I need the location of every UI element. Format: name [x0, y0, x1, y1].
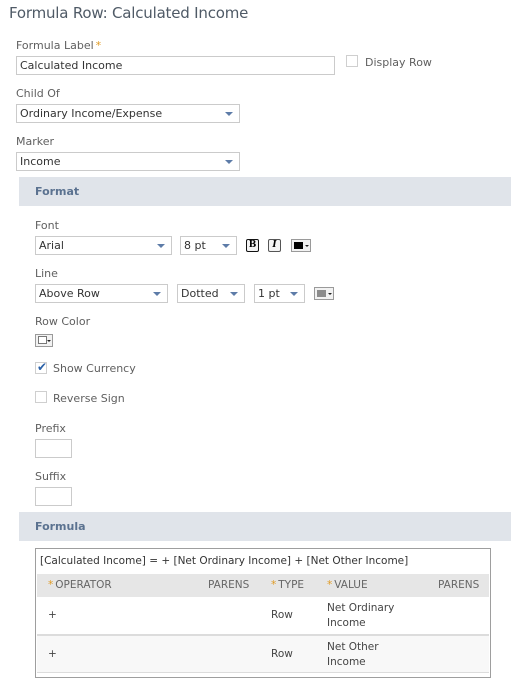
column-header-value[interactable]: * VALUE — [327, 579, 368, 591]
marker-select[interactable]: Income — [16, 152, 240, 171]
formula-editor: [Calculated Income] = + [Net Ordinary In… — [35, 548, 491, 678]
table-row[interactable]: + Row Net Ordinary Income — [37, 597, 489, 635]
operator-cell: + — [48, 648, 57, 660]
chevron-down-icon — [230, 292, 238, 296]
column-header-label: VALUE — [334, 579, 368, 591]
display-row-checkbox[interactable] — [346, 55, 358, 67]
line-style-value: Dotted — [181, 287, 219, 300]
formula-label-input[interactable]: Calculated Income — [16, 56, 335, 75]
color-swatch-icon — [294, 242, 303, 249]
line-position-value: Above Row — [39, 287, 100, 300]
value-line: Income — [327, 656, 366, 668]
formula-label-label: Formula Label * — [16, 39, 101, 52]
required-marker: * — [327, 579, 333, 591]
font-size-value: 8 pt — [184, 239, 206, 252]
operator-cell: + — [48, 609, 57, 621]
font-family-select[interactable]: Arial — [35, 236, 172, 255]
chevron-down-icon — [157, 244, 165, 248]
line-color-picker[interactable] — [314, 287, 334, 300]
line-position-select[interactable]: Above Row — [35, 284, 168, 303]
font-family-value: Arial — [39, 239, 64, 252]
line-width-value: 1 pt — [258, 287, 280, 300]
value-cell: Net Ordinary Income — [327, 601, 394, 631]
prefix-input[interactable] — [35, 439, 72, 458]
italic-icon[interactable]: I — [268, 239, 281, 252]
font-size-select[interactable]: 8 pt — [180, 236, 237, 255]
color-swatch-icon — [38, 336, 47, 344]
column-header-parens-open[interactable]: PARENS — [208, 579, 249, 591]
required-marker: * — [48, 579, 54, 591]
show-currency-checkbox[interactable]: ✔ — [35, 360, 48, 374]
formula-label-text: Formula Label — [16, 39, 94, 52]
table-row[interactable]: + Row Net Other Income — [37, 635, 489, 673]
formula-section-header[interactable]: Formula — [19, 512, 511, 541]
line-width-select[interactable]: 1 pt — [254, 284, 305, 303]
row-color-picker[interactable] — [35, 334, 53, 347]
column-header-parens-close[interactable]: PARENS — [438, 579, 479, 591]
chevron-down-icon — [328, 293, 332, 295]
reverse-sign-label: Reverse Sign — [53, 392, 125, 405]
page-title: Formula Row: Calculated Income — [9, 4, 249, 22]
chevron-down-icon — [305, 245, 309, 247]
format-section-header[interactable]: Format — [19, 177, 511, 206]
chevron-down-icon — [290, 292, 298, 296]
chevron-down-icon — [153, 292, 161, 296]
type-cell: Row — [271, 648, 293, 660]
formula-expression: [Calculated Income] = + [Net Ordinary In… — [40, 555, 409, 567]
column-header-type[interactable]: * TYPE — [271, 579, 304, 591]
italic-glyph: I — [272, 240, 277, 250]
chevron-down-icon — [225, 112, 233, 116]
marker-label: Marker — [16, 135, 55, 148]
bold-glyph: B — [248, 240, 257, 250]
display-row-label: Display Row — [365, 56, 432, 69]
color-swatch-icon — [317, 290, 326, 297]
value-cell: Net Other Income — [327, 640, 379, 670]
column-header-operator[interactable]: * OPERATOR — [48, 579, 112, 591]
bold-icon[interactable]: B — [246, 239, 259, 252]
suffix-label: Suffix — [35, 470, 67, 483]
chevron-down-icon — [225, 160, 233, 164]
show-currency-label: Show Currency — [53, 362, 136, 375]
required-marker: * — [271, 579, 277, 591]
chevron-down-icon — [47, 340, 51, 342]
reverse-sign-checkbox[interactable] — [35, 391, 47, 403]
formula-table-header: * OPERATOR PARENS * TYPE * VALUE PARENS — [37, 574, 489, 597]
column-header-label: TYPE — [278, 579, 305, 591]
checkmark-icon: ✔ — [37, 360, 48, 374]
value-line: Net Other — [327, 641, 379, 653]
marker-value: Income — [20, 155, 61, 168]
value-line: Net Ordinary — [327, 602, 395, 614]
prefix-label: Prefix — [35, 422, 66, 435]
column-header-label: PARENS — [438, 579, 480, 591]
type-cell: Row — [271, 609, 293, 621]
row-color-label: Row Color — [35, 315, 91, 328]
column-header-label: PARENS — [208, 579, 250, 591]
font-color-picker[interactable] — [291, 239, 311, 252]
child-of-label: Child Of — [16, 87, 60, 100]
column-header-label: OPERATOR — [55, 579, 112, 591]
value-line: Income — [327, 617, 366, 629]
child-of-select[interactable]: Ordinary Income/Expense — [16, 104, 240, 123]
line-style-select[interactable]: Dotted — [177, 284, 245, 303]
chevron-down-icon — [222, 244, 230, 248]
child-of-value: Ordinary Income/Expense — [20, 107, 163, 120]
suffix-input[interactable] — [35, 487, 72, 506]
font-label: Font — [35, 219, 59, 232]
line-label: Line — [35, 267, 58, 280]
required-marker: * — [95, 39, 102, 52]
